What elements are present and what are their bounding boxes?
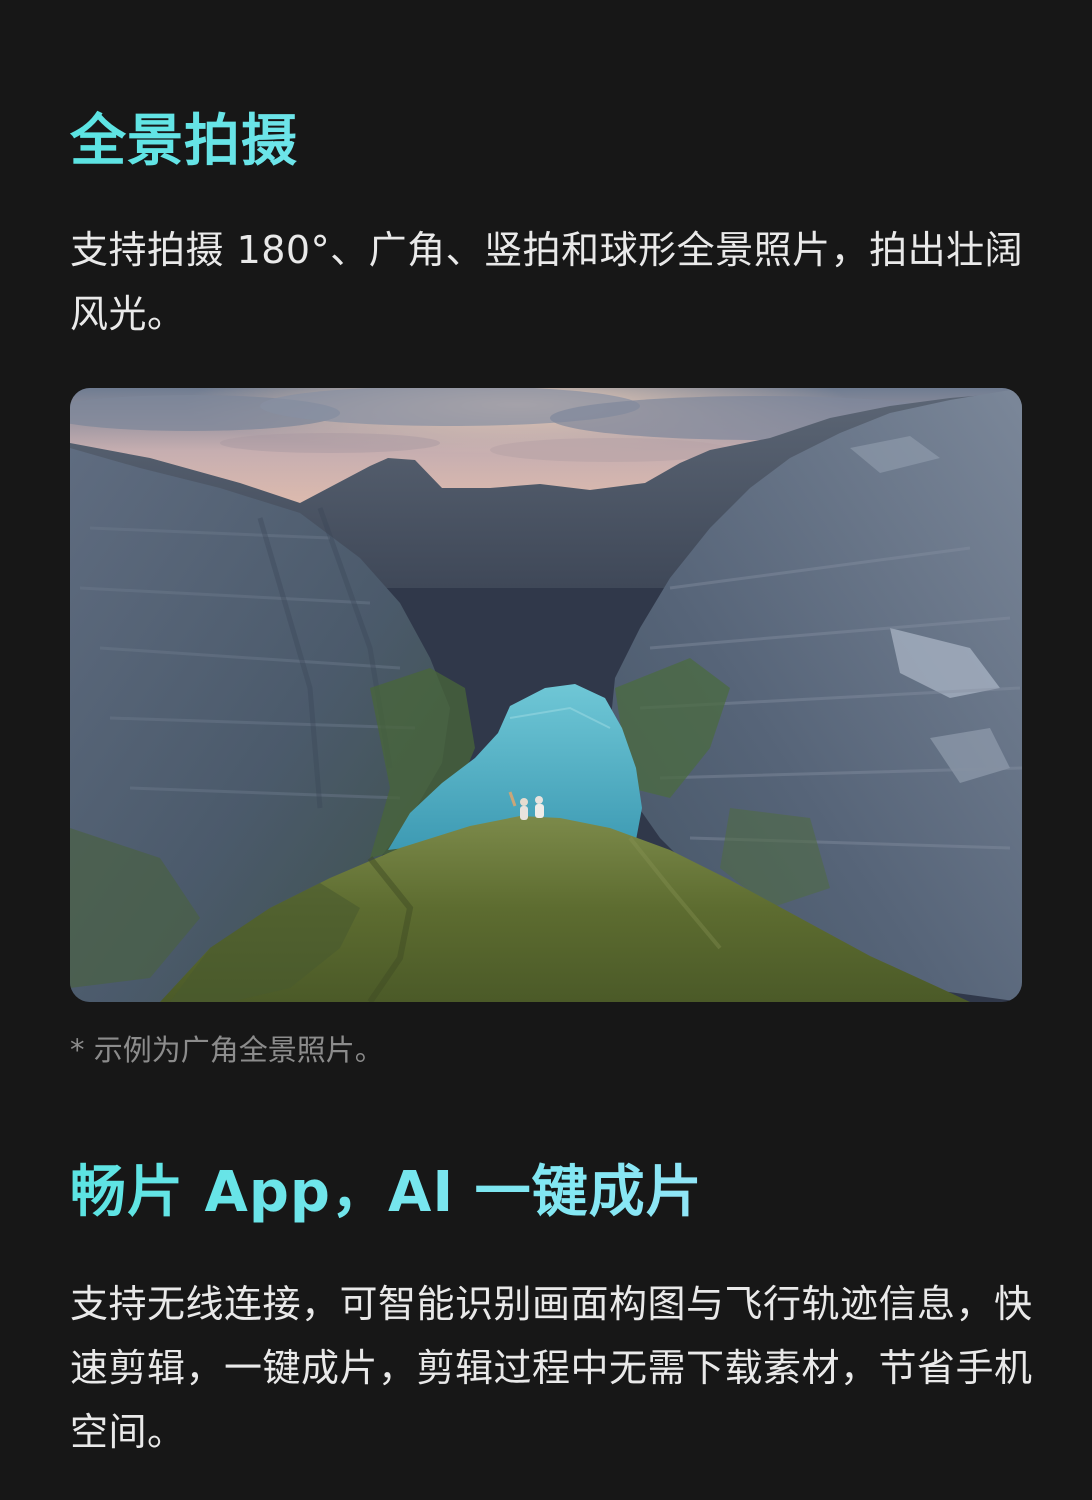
product-feature-page: 全景拍摄 支持拍摄 180°、广角、竖拍和球形全景照片，拍出壮阔风光。 * 示例…: [0, 0, 1092, 1500]
app-description-block: 支持无线连接，可智能识别画面构图与飞行轨迹信息，快速剪辑，一键成片，剪辑过程中无…: [70, 1272, 1055, 1464]
app-section-description: 支持无线连接，可智能识别画面构图与飞行轨迹信息，快速剪辑，一键成片，剪辑过程中无…: [70, 1282, 1033, 1454]
panorama-title: 全景拍摄: [70, 106, 1040, 178]
app-section-header: 畅片 App，AI 一键成片: [70, 1157, 1040, 1229]
panorama-example-photo: [70, 388, 1022, 1002]
app-section-title: 畅片 App，AI 一键成片: [70, 1157, 1040, 1229]
mountain-lake-landscape-image: [70, 388, 1022, 1002]
panorama-description-block: 支持拍摄 180°、广角、竖拍和球形全景照片，拍出壮阔风光。: [70, 218, 1030, 346]
photo-caption: * 示例为广角全景照片。: [70, 1033, 384, 1067]
panorama-description: 支持拍摄 180°、广角、竖拍和球形全景照片，拍出壮阔风光。: [70, 228, 1024, 336]
panorama-section-header: 全景拍摄: [70, 106, 1040, 178]
